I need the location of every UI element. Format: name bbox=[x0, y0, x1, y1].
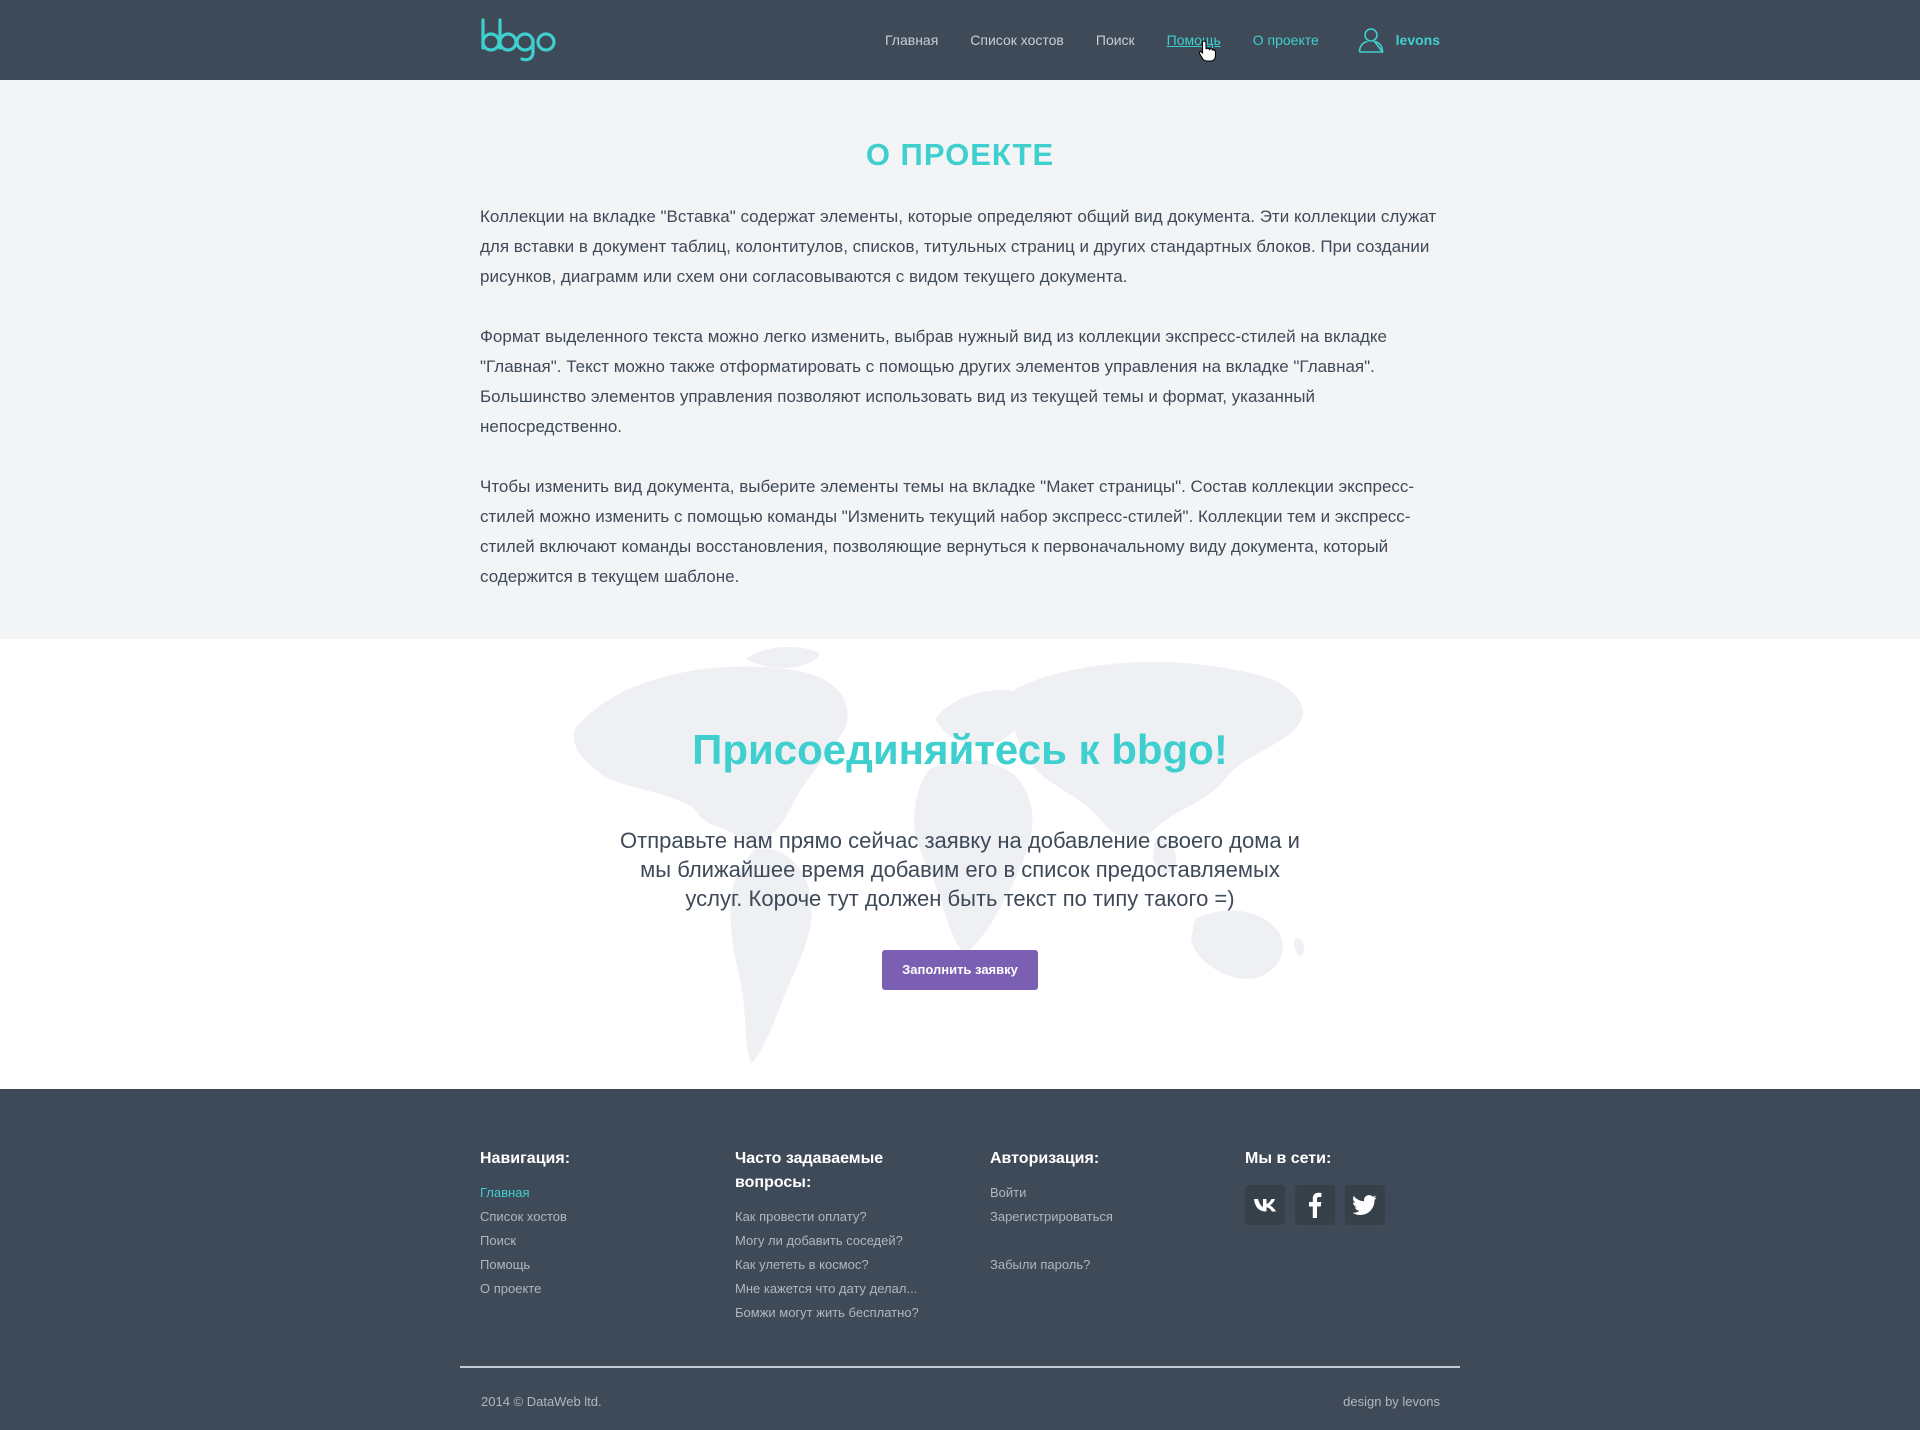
user-icon bbox=[1358, 28, 1383, 53]
footer-nav-title: Навигация: bbox=[480, 1150, 571, 1167]
vk-icon[interactable] bbox=[1245, 1185, 1285, 1225]
about-paragraph: Формат выделенного текста можно легко из… bbox=[480, 327, 1387, 436]
faq-link[interactable]: Мне кажется что дату делал... bbox=[735, 1277, 935, 1301]
about-paragraph: Чтобы изменить вид документа, выберите э… bbox=[480, 477, 1415, 586]
user-menu[interactable]: levons bbox=[1358, 27, 1440, 53]
footer-faq-column: Часто задаваемые вопросы: Как провести о… bbox=[735, 1147, 935, 1325]
faq-link[interactable]: Как провести оплату? bbox=[735, 1205, 935, 1229]
forgot-password-link[interactable]: Забыли пароль? bbox=[990, 1253, 1220, 1277]
faq-link[interactable]: Как улететь в космос? bbox=[735, 1253, 935, 1277]
about-section: О ПРОЕКТЕ Коллекции на вкладке "Вставка"… bbox=[0, 80, 1920, 639]
hand-cursor-icon bbox=[1198, 40, 1216, 62]
about-paragraph: Коллекции на вкладке "Вставка" содержат … bbox=[480, 207, 1437, 286]
faq-link[interactable]: Бомжи могут жить бесплатно? bbox=[735, 1301, 935, 1325]
footer-auth-column: Авторизация: Войти Зарегистрироваться За… bbox=[990, 1147, 1220, 1277]
footer-link-help[interactable]: Помощь bbox=[480, 1253, 710, 1277]
join-title: Присоединяйтесь к bbgo! bbox=[692, 726, 1228, 773]
footer-social-title: Мы в сети: bbox=[1245, 1150, 1332, 1167]
footer-link-hosts[interactable]: Список хостов bbox=[480, 1205, 710, 1229]
nav-hosts[interactable]: Список хостов bbox=[970, 32, 1064, 48]
username: levons bbox=[1395, 32, 1440, 48]
footer-link-about[interactable]: О проекте bbox=[480, 1277, 710, 1301]
footer-nav-column: Навигация: Главная Список хостов Поиск П… bbox=[480, 1147, 710, 1301]
footer-faq-title: Часто задаваемые вопросы: bbox=[735, 1150, 884, 1191]
join-text: Отправьте нам прямо сейчас заявку на доб… bbox=[620, 828, 1300, 911]
copyright: 2014 © DataWeb ltd. bbox=[481, 1394, 602, 1409]
faq-link[interactable]: Могу ли добавить соседей? bbox=[735, 1229, 935, 1253]
facebook-icon[interactable] bbox=[1295, 1185, 1335, 1225]
footer-divider bbox=[460, 1366, 1460, 1368]
footer-link-home[interactable]: Главная bbox=[480, 1181, 710, 1205]
nav-about[interactable]: О проекте bbox=[1253, 32, 1319, 48]
submit-application-button[interactable]: Заполнить заявку bbox=[882, 950, 1038, 990]
nav-home[interactable]: Главная bbox=[885, 32, 938, 48]
nav-search[interactable]: Поиск bbox=[1096, 32, 1135, 48]
site-header: Главная Список хостов Поиск Помощь О про… bbox=[0, 0, 1920, 80]
login-link[interactable]: Войти bbox=[990, 1181, 1220, 1205]
footer-social-column: Мы в сети: bbox=[1245, 1147, 1440, 1225]
footer-link-search[interactable]: Поиск bbox=[480, 1229, 710, 1253]
register-link[interactable]: Зарегистрироваться bbox=[990, 1205, 1220, 1229]
social-links bbox=[1245, 1185, 1440, 1225]
about-title: О ПРОЕКТЕ bbox=[865, 137, 1055, 172]
footer-auth-title: Авторизация: bbox=[990, 1150, 1100, 1167]
twitter-icon[interactable] bbox=[1345, 1185, 1385, 1225]
main-nav: Главная Список хостов Поиск Помощь О про… bbox=[885, 0, 1351, 80]
design-credit: design by levons bbox=[1343, 1394, 1440, 1409]
join-section: Присоединяйтесь к bbgo! Отправьте нам пр… bbox=[0, 639, 1920, 1089]
bbgo-logo[interactable] bbox=[480, 18, 560, 62]
site-footer: Навигация: Главная Список хостов Поиск П… bbox=[0, 1089, 1920, 1430]
